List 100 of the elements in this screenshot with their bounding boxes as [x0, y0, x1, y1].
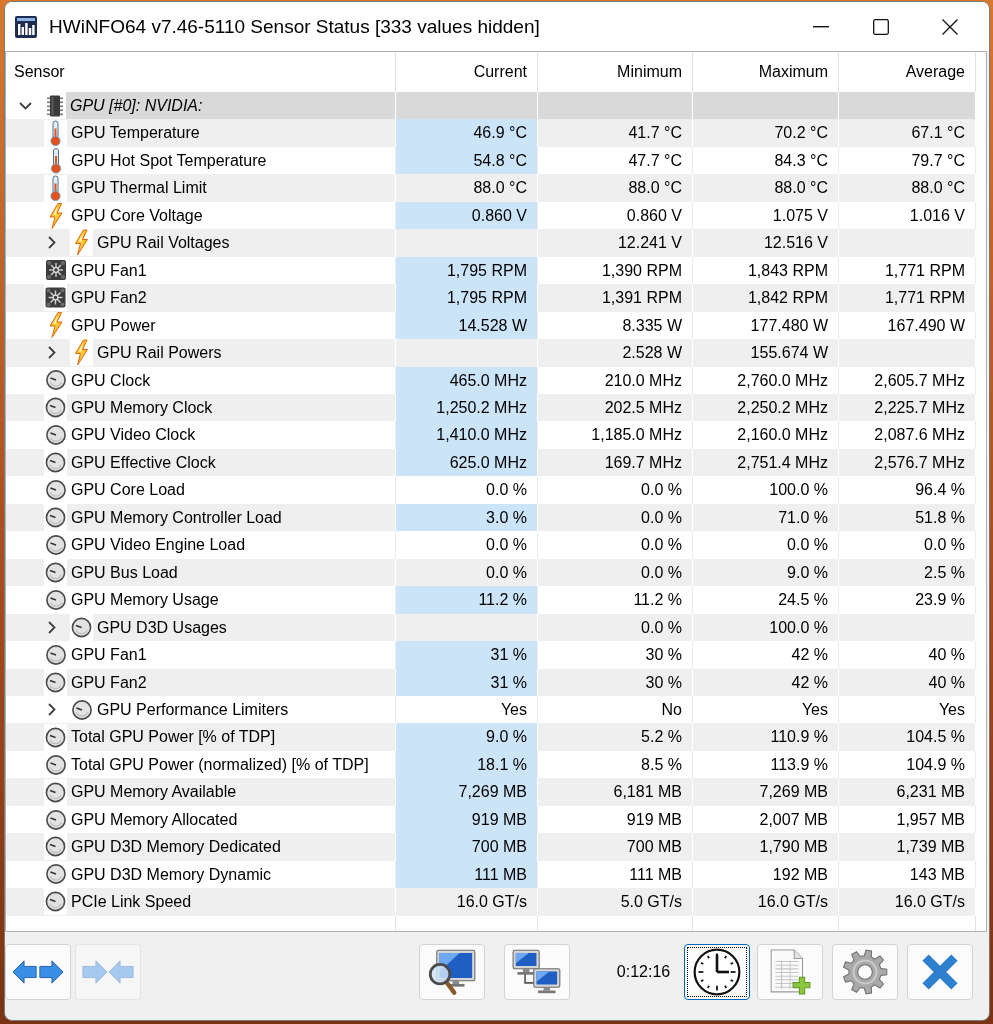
sensor-row[interactable]: PCIe Link Speed 16.0 GT/s 5.0 GT/s 16.0 GT/s 16.0 GT/s — [6, 888, 976, 916]
sensor-name: GPU Fan2 — [70, 672, 147, 693]
lightning-bolt-icon — [48, 202, 63, 229]
sensor-name: GPU Memory Available — [70, 782, 237, 803]
networked-computers-icon — [512, 949, 562, 995]
chevron-right-icon[interactable] — [48, 346, 56, 360]
sensor-name: Total GPU Power [% of TDP] — [70, 727, 276, 748]
maximum-value: 16.0 GT/s — [693, 888, 839, 916]
average-value: 104.5 % — [839, 723, 976, 751]
maximum-value: 110.9 % — [693, 723, 839, 751]
average-value: 2,605.7 MHz — [839, 366, 976, 394]
settings-button[interactable] — [832, 944, 898, 1000]
gauge-icon — [44, 778, 67, 806]
current-value: 0.860 V — [396, 201, 538, 230]
average-value: 6,231 MB — [839, 778, 976, 806]
arrows-outward-icon — [12, 958, 64, 986]
sensor-name: Total GPU Power (normalized) [% of TDP] — [70, 754, 369, 775]
average-value: 0.0 % — [839, 531, 976, 559]
sensor-row[interactable]: GPU D3D Usages 0.0 % 100.0 % — [6, 613, 976, 642]
current-value: 31 % — [396, 668, 538, 696]
monitor-magnifier-icon — [427, 949, 477, 995]
maximum-value: 12.516 V — [693, 229, 839, 257]
minimum-value: 12.241 V — [538, 229, 693, 257]
chevron-right-icon[interactable] — [48, 236, 56, 250]
sensor-row[interactable]: GPU D3D Memory Dedicated 700 MB 700 MB 1,790 MB 1,739 MB — [6, 833, 976, 861]
monitor-search-button[interactable] — [419, 944, 485, 1000]
sensor-row[interactable]: GPU Memory Available 7,269 MB 6,181 MB 7,269 MB 6,231 MB — [6, 778, 976, 806]
average-value: 67.1 °C — [839, 119, 976, 147]
current-value: 14.528 W — [396, 311, 538, 340]
minimize-icon — [813, 25, 829, 28]
sensor-name: GPU Memory Clock — [70, 398, 213, 418]
sensor-row[interactable]: GPU Temperature 46.9 °C 41.7 °C 70.2 °C 67.1 °C — [6, 119, 976, 147]
sensor-name: GPU Power — [70, 315, 156, 336]
sensor-name: GPU Fan1 — [70, 260, 147, 281]
gauge-icon — [44, 833, 67, 861]
maximum-value: 100.0 % — [693, 476, 839, 504]
current-value: 11.2 % — [396, 586, 538, 614]
chip-icon — [47, 94, 63, 117]
sensor-name: GPU Fan1 — [70, 645, 147, 666]
current-value: 0.0 % — [396, 531, 538, 559]
network-button[interactable] — [504, 944, 570, 1000]
maximum-value: 2,160.0 MHz — [693, 421, 839, 449]
group-row[interactable]: GPU [#0]: NVIDIA: — [6, 92, 976, 120]
sensor-name: GPU Video Clock — [70, 425, 196, 446]
maximum-value: 7,269 MB — [693, 778, 839, 806]
close-icon — [920, 952, 960, 992]
maximum-value: 1,790 MB — [693, 833, 839, 861]
exit-button[interactable] — [907, 944, 973, 1000]
sensor-name: GPU Core Voltage — [70, 205, 203, 226]
current-value: 1,795 RPM — [396, 256, 538, 285]
sensor-row[interactable]: GPU Bus Load 0.0 % 0.0 % 9.0 % 2.5 % — [6, 558, 976, 587]
sensor-name: GPU Rail Powers — [96, 343, 222, 364]
gauge-icon — [45, 644, 66, 665]
sensor-name: GPU Memory Allocated — [70, 809, 238, 830]
sensor-row[interactable]: GPU Fan2 1,795 RPM 1,391 RPM 1,842 RPM 1,771 RPM — [6, 284, 976, 312]
report-button[interactable] — [757, 944, 823, 1000]
sensor-row[interactable]: GPU Effective Clock 625.0 MHz 169.7 MHz 2,751.4 MHz 2,576.7 MHz — [6, 448, 976, 477]
window-title: HWiNFO64 v7.46-5110 Sensor Status [333 values hidden] — [49, 15, 540, 38]
minimum-value: 0.0 % — [538, 531, 693, 559]
sensor-row[interactable]: GPU Thermal Limit 88.0 °C 88.0 °C 88.0 °C 88.0 °C — [6, 174, 976, 202]
maximize-icon — [873, 18, 889, 35]
sensor-row[interactable]: GPU Rail Powers 2.528 W 155.674 W — [6, 339, 976, 367]
current-value: 31 % — [396, 641, 538, 669]
sensor-row[interactable]: Total GPU Power [% of TDP] 9.0 % 5.2 % 110.9 % 104.5 % — [6, 723, 976, 751]
sensor-row[interactable]: GPU Rail Voltages 12.241 V 12.516 V — [6, 229, 976, 257]
average-value: 40 % — [839, 641, 976, 669]
clock-button[interactable] — [684, 944, 750, 1000]
minimum-value: 30 % — [538, 641, 693, 669]
sensor-name: GPU Clock — [70, 370, 151, 391]
average-value: 16.0 GT/s — [839, 888, 976, 916]
sensor-row[interactable]: GPU Memory Controller Load 3.0 % 0.0 % 71.0 % 51.8 % — [6, 503, 976, 532]
elapsed-time: 0:12:16 — [615, 962, 672, 982]
current-value: 625.0 MHz — [396, 448, 538, 477]
sensor-name: GPU D3D Memory Dedicated — [70, 837, 281, 858]
lightning-bolt-icon — [70, 229, 93, 257]
average-value: 2,087.6 MHz — [839, 421, 976, 449]
minimum-value: 1,391 RPM — [538, 284, 693, 312]
maximum-value: 2,760.0 MHz — [693, 366, 839, 394]
chevron-right-icon[interactable] — [48, 620, 56, 634]
maximum-value: 24.5 % — [693, 586, 839, 614]
maximum-value: 1,842 RPM — [693, 284, 839, 312]
fan-icon — [44, 284, 67, 312]
sensor-row[interactable]: GPU Fan2 31 % 30 % 42 % 40 % — [6, 668, 976, 696]
minimum-value: 5.2 % — [538, 723, 693, 751]
sensor-name: GPU Core Load — [70, 480, 185, 501]
expand-button[interactable] — [5, 944, 71, 1000]
maximum-value: 0.0 % — [693, 531, 839, 559]
chevron-right-icon[interactable] — [48, 703, 56, 717]
current-value: 111 MB — [396, 860, 538, 889]
arrows-inward-icon — [82, 958, 134, 986]
sensor-name: GPU Memory Usage — [70, 590, 219, 611]
chevron-down-icon[interactable] — [18, 101, 32, 110]
current-value: 1,250.2 MHz — [396, 394, 538, 422]
minimum-value: 700 MB — [538, 833, 693, 861]
average-value: 1,739 MB — [839, 833, 976, 861]
gauge-icon — [45, 809, 66, 830]
minimum-value: 88.0 °C — [538, 174, 693, 202]
maximum-value: 155.674 W — [693, 339, 839, 367]
gauge-icon — [44, 888, 67, 916]
sensor-row[interactable]: GPU Memory Clock 1,250.2 MHz 202.5 MHz 2,250.2 MHz 2,225.7 MHz — [6, 394, 976, 422]
